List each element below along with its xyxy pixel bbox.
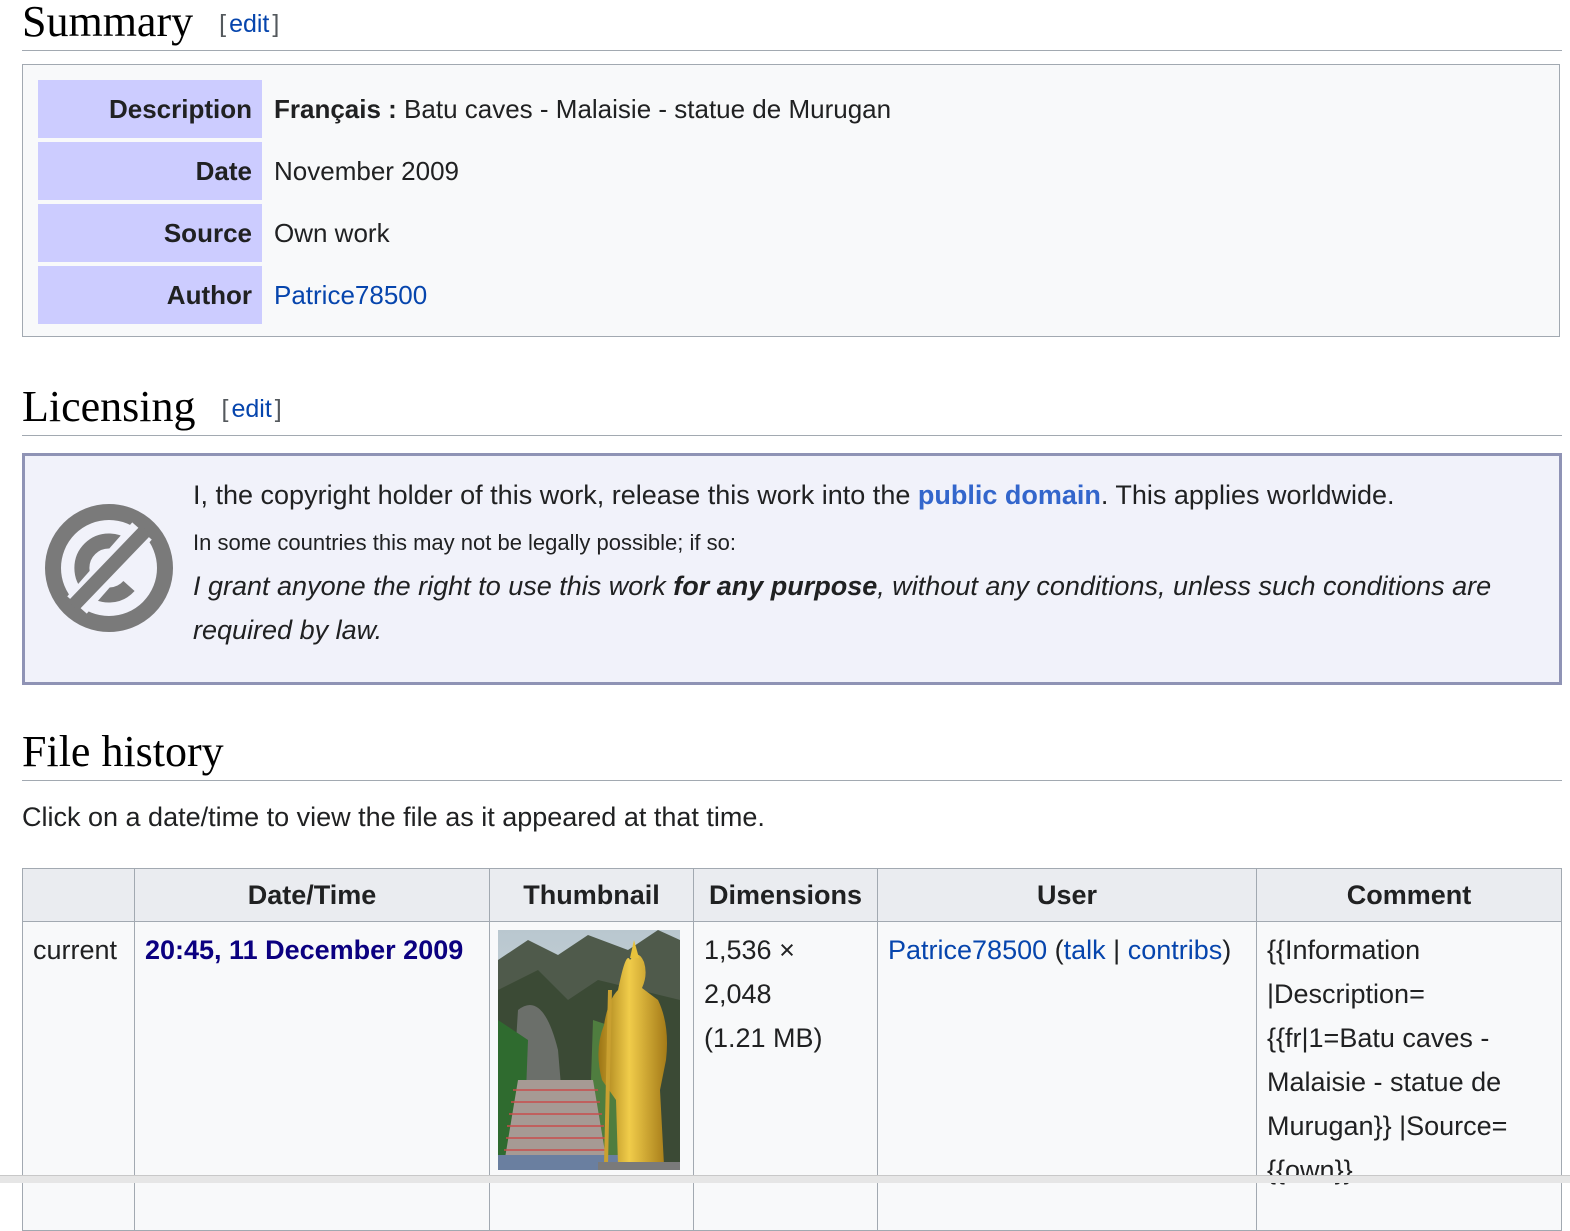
info-row-description: Description Français : Batu caves - Mala… bbox=[38, 80, 1538, 138]
license-statement: I, the copyright holder of this work, re… bbox=[193, 480, 1395, 511]
column-header-datetime: Date/Time bbox=[134, 868, 490, 922]
user-link[interactable]: Patrice78500 bbox=[888, 935, 1047, 965]
summary-edit-section: [edit] bbox=[219, 10, 279, 38]
bracket-close: ] bbox=[274, 395, 282, 423]
language-label: Français : bbox=[274, 94, 397, 124]
thumbnail-image[interactable] bbox=[498, 930, 680, 1170]
user-talk-link[interactable]: talk bbox=[1064, 935, 1106, 965]
bracket-close: ] bbox=[272, 10, 280, 38]
info-value-description: Français : Batu caves - Malaisie - statu… bbox=[274, 80, 891, 138]
info-label-date: Date bbox=[38, 142, 262, 200]
licensing-edit-link[interactable]: edit bbox=[228, 395, 274, 423]
licensing-edit-section: [edit] bbox=[222, 395, 282, 423]
grant-text-before: I grant anyone the right to use this wor… bbox=[193, 571, 674, 601]
info-row-author: Author Patrice78500 bbox=[38, 266, 1538, 324]
license-box: I, the copyright holder of this work, re… bbox=[22, 453, 1562, 685]
separator: | bbox=[1105, 935, 1128, 965]
user-contribs-link[interactable]: contribs bbox=[1128, 935, 1223, 965]
public-domain-link[interactable]: public domain bbox=[918, 480, 1101, 510]
dimensions-width: 1,536 × bbox=[704, 935, 795, 965]
license-text-before: I, the copyright holder of this work, re… bbox=[193, 480, 918, 510]
column-header-dimensions: Dimensions bbox=[693, 868, 878, 922]
license-note: In some countries this may not be legall… bbox=[193, 530, 736, 555]
paren-close: ) bbox=[1222, 935, 1232, 965]
datetime-link[interactable]: 20:45, 11 December 2009 bbox=[145, 935, 463, 965]
author-link[interactable]: Patrice78500 bbox=[274, 280, 427, 310]
info-value-source: Own work bbox=[274, 218, 390, 248]
row-thumbnail-cell bbox=[489, 921, 694, 1231]
info-row-source: Source Own work bbox=[38, 204, 1538, 262]
summary-heading: Summary [edit] bbox=[22, 0, 1562, 51]
info-label-description: Description bbox=[38, 80, 262, 138]
description-text: Batu caves - Malaisie - statue de Muruga… bbox=[396, 94, 892, 124]
licensing-heading: Licensing [edit] bbox=[22, 385, 1562, 436]
info-value-date: November 2009 bbox=[274, 156, 459, 186]
grant-text-bold: for any purpose bbox=[673, 571, 878, 601]
summary-edit-link[interactable]: edit bbox=[226, 10, 272, 38]
license-grant: I grant anyone the right to use this wor… bbox=[193, 564, 1553, 652]
dimensions-height: 2,048 bbox=[704, 979, 772, 1009]
file-history-caption: Click on a date/time to view the file as… bbox=[22, 802, 765, 832]
info-row-date: Date November 2009 bbox=[38, 142, 1538, 200]
table-row: current 20:45, 11 December 2009 1,536 × … bbox=[22, 921, 1562, 1231]
public-domain-icon bbox=[45, 504, 173, 632]
paren-open: ( bbox=[1047, 935, 1064, 965]
row-status: current bbox=[22, 921, 135, 1231]
column-header-thumbnail: Thumbnail bbox=[489, 868, 694, 922]
table-header-row: Date/Time Thumbnail Dimensions User Comm… bbox=[22, 868, 1562, 922]
row-user: Patrice78500 (talk | contribs) bbox=[877, 921, 1257, 1231]
summary-title: Summary bbox=[22, 0, 194, 46]
row-dimensions: 1,536 × 2,048 (1.21 MB) bbox=[693, 921, 878, 1231]
column-header-user: User bbox=[877, 868, 1257, 922]
summary-info-box: Description Français : Batu caves - Mala… bbox=[22, 64, 1560, 337]
row-comment: {{Information |Description= {{fr|1=Batu … bbox=[1256, 921, 1562, 1231]
column-header-comment: Comment bbox=[1256, 868, 1562, 922]
file-history-heading: File history bbox=[22, 730, 1562, 781]
file-size: (1.21 MB) bbox=[704, 1023, 823, 1053]
info-value-author: Patrice78500 bbox=[274, 266, 427, 324]
column-header-status bbox=[22, 868, 135, 922]
license-text-after: . This applies worldwide. bbox=[1100, 480, 1395, 510]
licensing-title: Licensing bbox=[22, 382, 196, 431]
info-label-source: Source bbox=[38, 204, 262, 262]
row-datetime-cell: 20:45, 11 December 2009 bbox=[134, 921, 490, 1231]
file-history-title: File history bbox=[22, 727, 224, 776]
info-label-author: Author bbox=[38, 266, 262, 324]
